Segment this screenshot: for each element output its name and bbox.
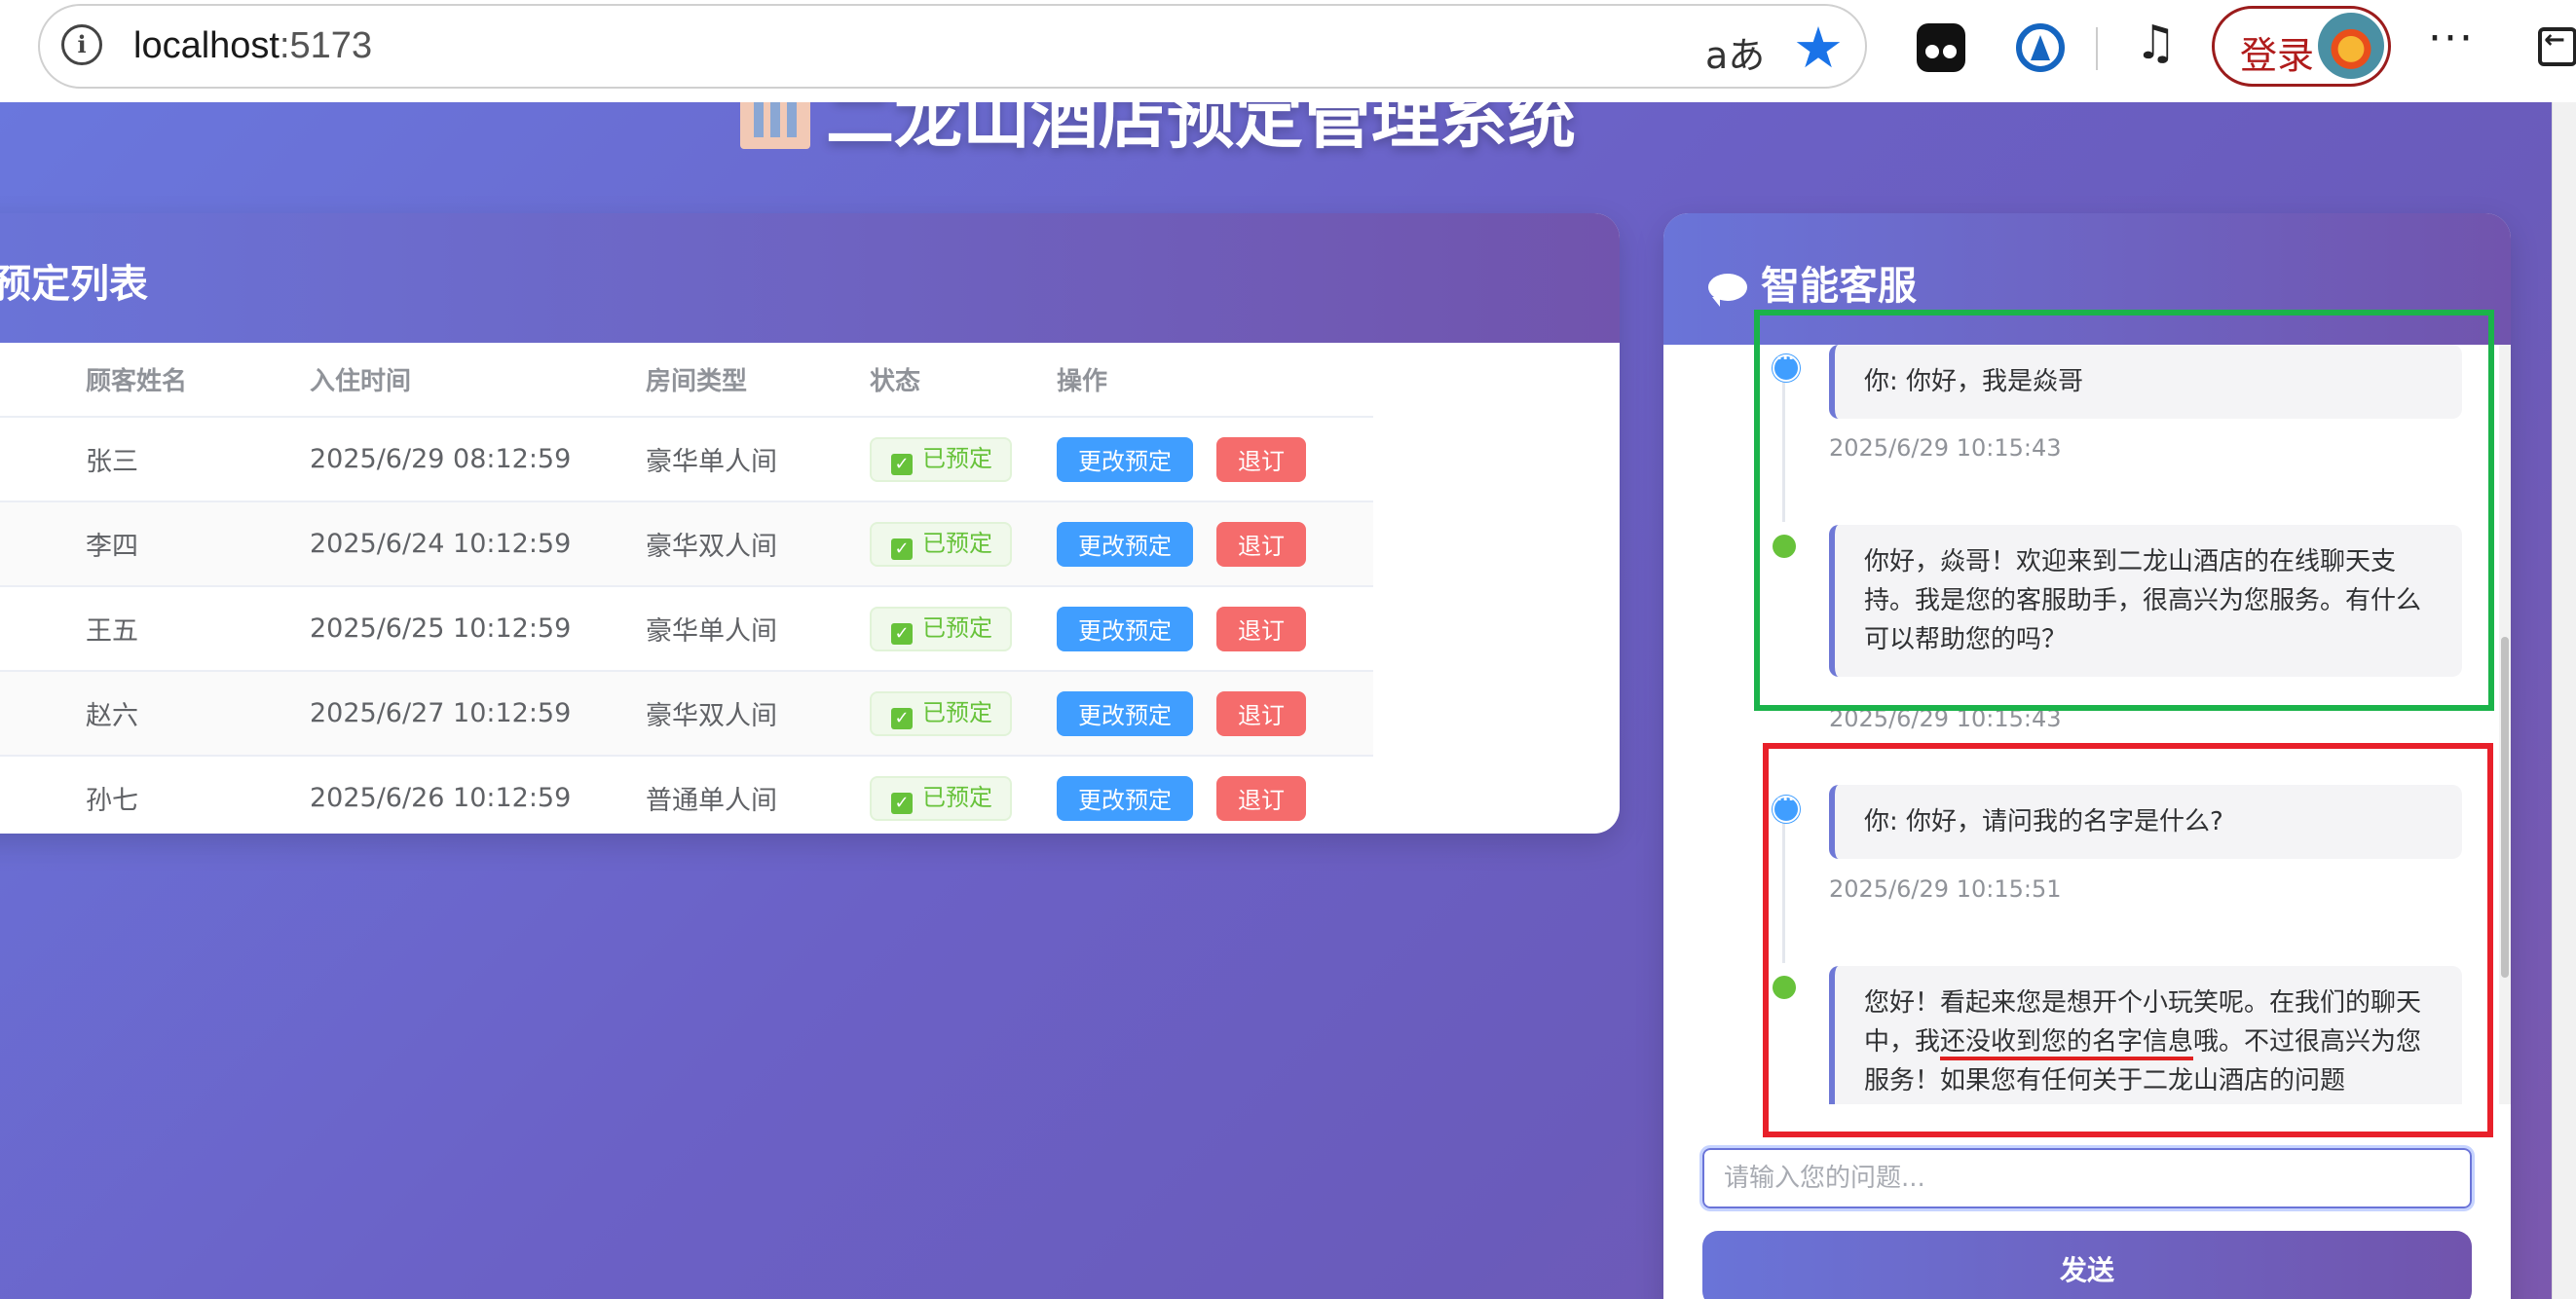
page-scrollbar[interactable]	[2552, 102, 2576, 1299]
status-badge: ✓ 已预定	[870, 690, 1012, 736]
translate-icon[interactable]: aあ	[1705, 25, 1765, 79]
cancel-reservation-button[interactable]: 退订	[1216, 690, 1306, 736]
info-icon[interactable]: i	[61, 24, 102, 65]
actions-cell: 更改预定 退订	[1057, 671, 1373, 757]
checkbox-icon: ✓	[891, 538, 913, 560]
customer-name: 孙七	[86, 756, 310, 834]
cancel-reservation-button[interactable]: 退订	[1216, 521, 1306, 567]
actions-cell: 更改预定 退订	[1057, 501, 1373, 587]
table-header-row: 顾客姓名 入住时间 房间类型 状态 操作	[0, 343, 1373, 418]
reservation-header: 预定列表	[0, 213, 1620, 343]
table-row: 赵六 2025/6/27 10:12:59 豪华双人间 ✓ 已预定 更改预定 退订	[0, 671, 1373, 757]
chat-scrollbar-thumb[interactable]	[2501, 637, 2509, 978]
login-button[interactable]: 登录	[2212, 6, 2391, 87]
checkin-time: 2025/6/26 10:12:59	[310, 756, 646, 834]
table-row: 李四 2025/6/24 10:12:59 豪华双人间 ✓ 已预定 更改预定 退订	[0, 501, 1373, 587]
column-header-status: 状态	[870, 343, 1057, 418]
column-header-room: 房间类型	[646, 343, 870, 418]
column-header-checkin: 入住时间	[310, 343, 646, 418]
edit-reservation-button[interactable]: 更改预定	[1057, 521, 1193, 567]
room-type: 普通单人间	[646, 756, 870, 834]
column-header-name: 顾客姓名	[86, 343, 310, 418]
customer-name: 张三	[86, 417, 310, 502]
reservation-card: 预定列表 顾客姓名 入住时间 房间类型 状态 操作 张三 2025/6/29 0…	[0, 213, 1620, 834]
row-index	[0, 586, 86, 672]
cancel-reservation-button[interactable]: 退订	[1216, 436, 1306, 482]
checkbox-icon: ✓	[891, 622, 913, 645]
question-input[interactable]	[1699, 1145, 2475, 1211]
customer-name: 王五	[86, 586, 310, 672]
status-cell: ✓ 已预定	[870, 756, 1057, 834]
reservation-title: 预定列表	[0, 262, 148, 307]
avatar	[2318, 13, 2384, 79]
room-type: 豪华单人间	[646, 417, 870, 502]
edit-reservation-button[interactable]: 更改预定	[1057, 606, 1193, 651]
row-index	[0, 501, 86, 587]
status-badge: ✓ 已预定	[870, 606, 1012, 651]
browser-toolbar: i localhost:5173 aあ ★ ♫ 登录 ···	[0, 0, 2576, 102]
address-bar[interactable]: i localhost:5173 aあ ★	[38, 4, 1867, 89]
checkin-time: 2025/6/29 08:12:59	[310, 417, 646, 502]
checkin-time: 2025/6/24 10:12:59	[310, 501, 646, 587]
mask-extension-icon[interactable]	[1917, 23, 1965, 72]
edit-reservation-button[interactable]: 更改预定	[1057, 775, 1193, 821]
status-cell: ✓ 已预定	[870, 586, 1057, 672]
cancel-reservation-button[interactable]: 退订	[1216, 606, 1306, 651]
speech-bubble-icon	[1708, 274, 1747, 307]
actions-cell: 更改预定 退订	[1057, 756, 1373, 834]
actions-cell: 更改预定 退订	[1057, 417, 1373, 502]
toolbar-divider	[2096, 27, 2098, 70]
status-cell: ✓ 已预定	[870, 671, 1057, 757]
table-row: 孙七 2025/6/26 10:12:59 普通单人间 ✓ 已预定 更改预定 退订	[0, 756, 1373, 834]
edit-reservation-button[interactable]: 更改预定	[1057, 436, 1193, 482]
checkbox-icon: ✓	[891, 707, 913, 729]
url-text[interactable]: localhost:5173	[133, 25, 372, 67]
column-header-actions: 操作	[1057, 343, 1373, 418]
row-index	[0, 417, 86, 502]
table-row: 张三 2025/6/29 08:12:59 豪华单人间 ✓ 已预定 更改预定 退订	[0, 417, 1373, 502]
star-icon[interactable]: ★	[1793, 14, 1844, 82]
page-title: 二龙山酒店预定管理系统	[740, 102, 1576, 162]
more-icon[interactable]: ···	[2428, 14, 2475, 63]
green-annotation-box	[1754, 310, 2494, 711]
music-icon[interactable]: ♫	[2135, 16, 2177, 70]
circle-extension-icon[interactable]	[2016, 23, 2065, 72]
row-index	[0, 756, 86, 834]
login-label: 登录	[2240, 34, 2315, 77]
room-type: 豪华单人间	[646, 586, 870, 672]
status-badge: ✓ 已预定	[870, 521, 1012, 567]
checkin-time: 2025/6/25 10:12:59	[310, 586, 646, 672]
chat-scrollbar[interactable]	[2499, 345, 2511, 1104]
column-header	[0, 343, 86, 418]
hotel-icon	[740, 102, 810, 149]
row-index	[0, 671, 86, 757]
cancel-reservation-button[interactable]: 退订	[1216, 775, 1306, 821]
status-cell: ✓ 已预定	[870, 417, 1057, 502]
checkin-time: 2025/6/27 10:12:59	[310, 671, 646, 757]
customer-name: 赵六	[86, 671, 310, 757]
table-row: 王五 2025/6/25 10:12:59 豪华单人间 ✓ 已预定 更改预定 退订	[0, 586, 1373, 672]
actions-cell: 更改预定 退订	[1057, 586, 1373, 672]
status-badge: ✓ 已预定	[870, 436, 1012, 482]
red-annotation-box	[1763, 743, 2493, 1137]
sidebar-toggle-icon[interactable]	[2538, 25, 2576, 66]
status-badge: ✓ 已预定	[870, 775, 1012, 821]
edit-reservation-button[interactable]: 更改预定	[1057, 690, 1193, 736]
chat-title: 智能客服	[1708, 254, 1917, 311]
status-cell: ✓ 已预定	[870, 501, 1057, 587]
checkbox-icon: ✓	[891, 792, 913, 814]
send-button[interactable]: 发送	[1702, 1231, 2472, 1299]
checkbox-icon: ✓	[891, 453, 913, 475]
reservation-table: 顾客姓名 入住时间 房间类型 状态 操作 张三 2025/6/29 08:12:…	[0, 343, 1373, 834]
room-type: 豪华双人间	[646, 501, 870, 587]
customer-name: 李四	[86, 501, 310, 587]
room-type: 豪华双人间	[646, 671, 870, 757]
